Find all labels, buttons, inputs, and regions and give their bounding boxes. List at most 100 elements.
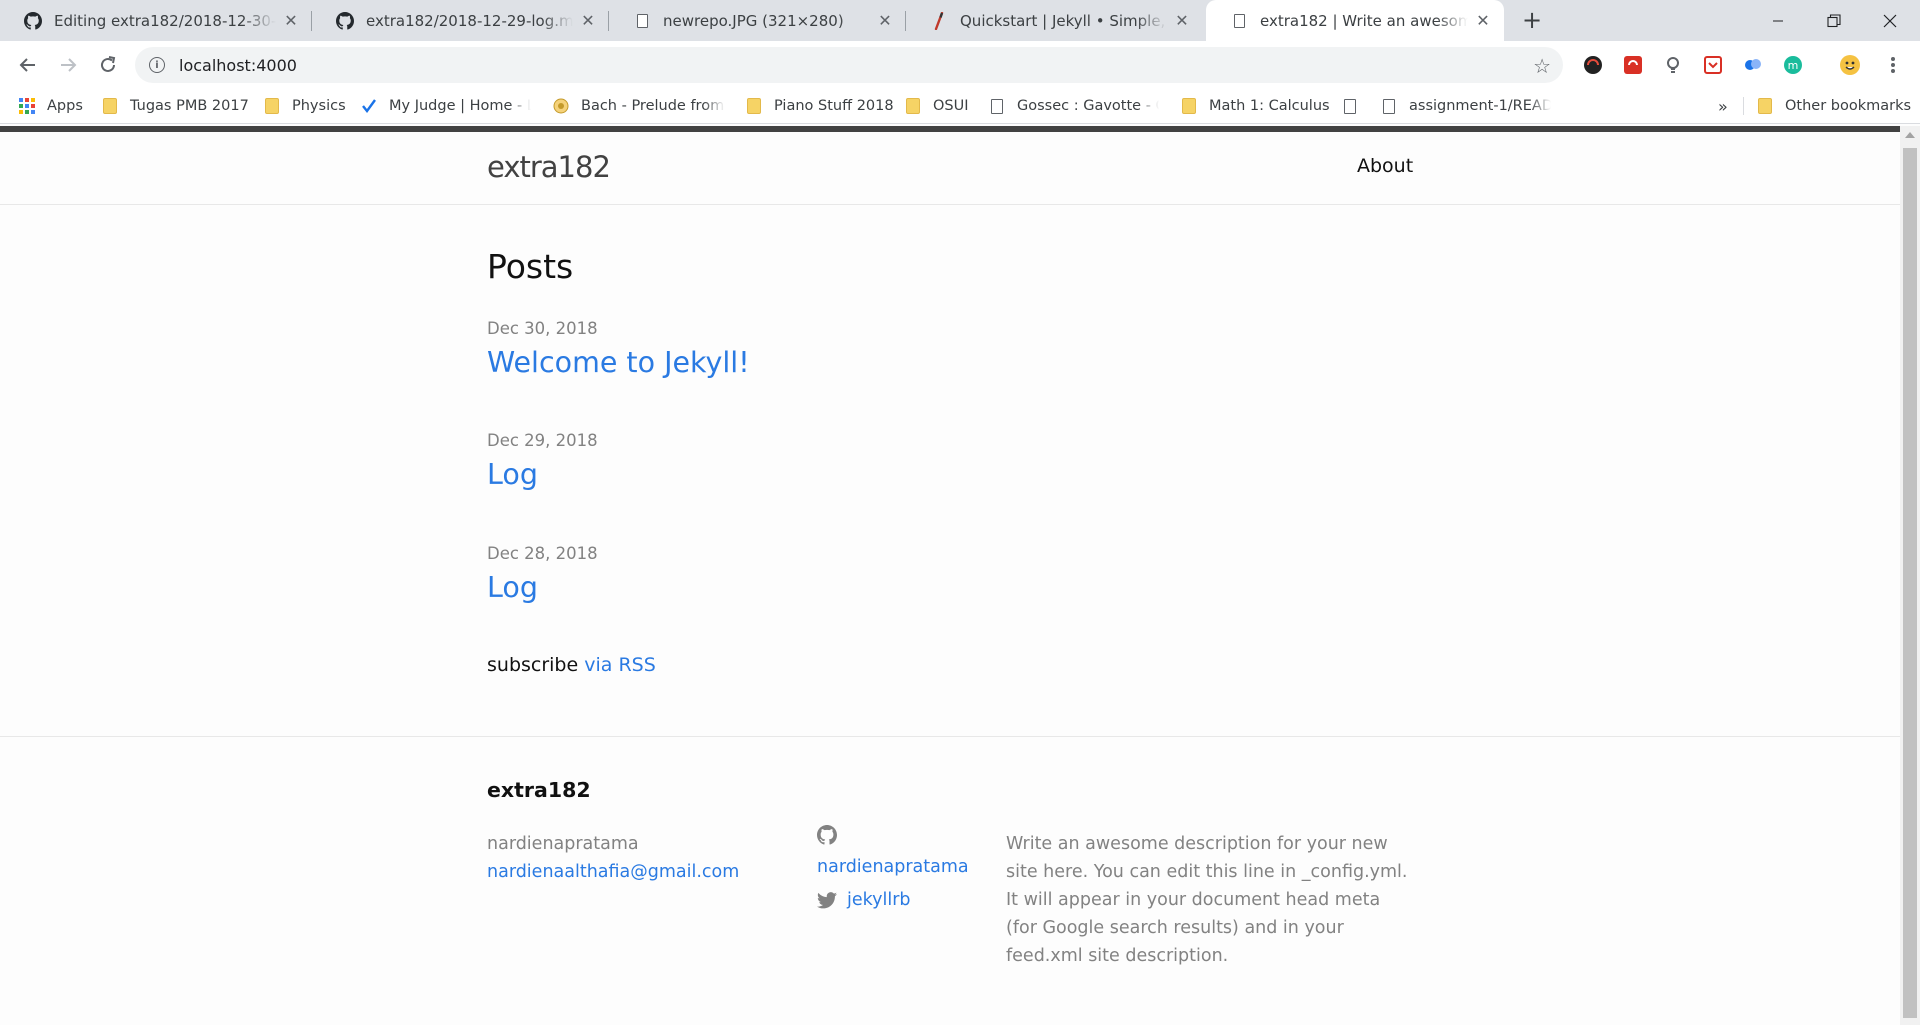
close-window-button[interactable] [1862,0,1918,41]
post-list-item: Dec 28, 2018 Log [487,544,598,604]
forward-button[interactable] [53,50,83,80]
site-title-link[interactable]: extra182 [487,150,611,184]
footer-github-link[interactable]: nardienapratama [817,825,969,881]
bookmark-gossec-gavotte[interactable]: Gossec : Gavotte - Ce [989,88,1159,124]
tab-newrepo[interactable]: newrepo.JPG (321×280) ✕ [609,0,906,41]
checkmark-icon [361,98,377,114]
subscribe-text: subscribe [487,654,579,676]
page-icon [1230,12,1248,30]
extension-dark-circle-icon[interactable] [1582,54,1604,76]
posts-heading: Posts [487,247,574,286]
site-header: extra182 About [0,132,1900,205]
bookmark-label: Gossec : Gavotte - Ce [1017,98,1159,114]
bookmark-osui[interactable]: OSUI [905,88,969,124]
tab-log-md[interactable]: extra182/2018-12-29-log.md at m ✕ [312,0,609,41]
bookmark-apps[interactable]: Apps [19,88,83,124]
github-icon [336,11,354,30]
extension-teal-m-icon[interactable]: m [1782,54,1804,76]
bookmark-untitled-page[interactable] [1342,88,1370,124]
folder-icon [746,98,762,114]
post-title-link[interactable]: Welcome to Jekyll! [487,346,750,379]
github-icon [24,11,42,30]
scroll-up-arrow-icon[interactable] [1905,132,1915,138]
post-list-item: Dec 30, 2018 Welcome to Jekyll! [487,319,750,379]
tab-title: Quickstart | Jekyll • Simple, blog [960,11,1167,30]
post-date: Dec 29, 2018 [487,431,598,450]
footer-site-description: Write an awesome description for your ne… [1006,834,1408,966]
bookmark-label: Apps [47,98,83,114]
tab-extra182-active[interactable]: extra182 | Write an awesome des ✕ [1206,0,1504,41]
jekyll-icon [930,11,948,30]
bookmark-tugas-pmb[interactable]: Tugas PMB 2017 [102,88,249,124]
new-tab-button[interactable]: + [1518,6,1546,34]
apps-grid-icon [19,98,35,114]
tab-strip: Editing extra182/2018-12-30-log ✕ extra1… [0,0,1920,41]
nav-about-link[interactable]: About [1357,155,1413,177]
footer-social-column: nardienapratama jekyllrb [817,825,969,914]
reload-button[interactable] [93,50,123,80]
bookmark-other-bookmarks[interactable]: Other bookmarks [1757,88,1911,124]
tab-jekyll-quickstart[interactable]: Quickstart | Jekyll • Simple, blog ✕ [906,0,1203,41]
folder-icon [1181,98,1197,114]
bookmark-math-calculus[interactable]: Math 1: Calculus [1181,88,1330,124]
tab-title: Editing extra182/2018-12-30-log [54,11,276,30]
bookmark-star-icon[interactable]: ☆ [1533,54,1551,78]
post-title-link[interactable]: Log [487,571,598,604]
footer-github-username: nardienapratama [817,857,969,877]
post-date: Dec 28, 2018 [487,544,598,563]
browser-toolbar: i localhost:4000 ☆ m [0,41,1920,88]
folder-icon [102,98,118,114]
tab-title: newrepo.JPG (321×280) [663,11,844,30]
profile-avatar-icon[interactable] [1839,54,1861,76]
page-icon [989,98,1005,114]
bookmark-bach-prelude[interactable]: Bach - Prelude from S [553,88,725,124]
tab-title: extra182 | Write an awesome des [1260,11,1468,30]
subscribe-line: subscribe via RSS [487,654,656,676]
rss-link[interactable]: via RSS [584,654,656,676]
bach-icon [553,98,569,114]
post-title-link[interactable]: Log [487,458,598,491]
site-footer: extra182 nardienapratama nardienaalthafi… [0,736,1900,1025]
extension-blue-puzzle-icon[interactable] [1742,54,1764,76]
url-text[interactable]: localhost:4000 [179,56,297,75]
svg-text:m: m [1788,59,1799,72]
address-bar[interactable]: i localhost:4000 ☆ [135,47,1563,83]
footer-twitter-link[interactable]: jekyllrb [817,886,969,914]
back-button[interactable] [13,50,43,80]
bookmarks-overflow-button[interactable]: » [1718,88,1728,124]
close-icon[interactable]: ✕ [1173,11,1191,30]
info-icon[interactable]: i [149,57,165,73]
bookmark-physics[interactable]: Physics [264,88,346,124]
close-icon[interactable]: ✕ [282,11,300,30]
tab-editing[interactable]: Editing extra182/2018-12-30-log ✕ [0,0,312,41]
bookmark-label: Math 1: Calculus [1209,98,1330,114]
extension-red-sync-icon[interactable] [1622,54,1644,76]
close-icon[interactable]: ✕ [876,11,894,30]
extension-pocket-icon[interactable] [1702,54,1724,76]
bookmark-label: Physics [292,98,346,114]
menu-kebab-icon[interactable] [1882,54,1904,76]
github-icon [817,825,969,853]
bookmark-label: Tugas PMB 2017 [130,98,249,114]
twitter-icon [817,891,837,909]
footer-author-name: nardienapratama [487,834,639,854]
restore-button[interactable] [1806,0,1862,41]
bookmark-assignment-readme[interactable]: assignment-1/READM [1381,88,1551,124]
bookmarks-divider [1743,97,1744,115]
page-scrollbar[interactable] [1900,126,1920,1025]
bookmark-label: Other bookmarks [1785,98,1912,114]
tab-title: extra182/2018-12-29-log.md at m [366,11,573,30]
bookmark-label: My Judge | Home - L [389,98,531,114]
scrollbar-thumb[interactable] [1903,148,1917,1018]
bookmark-piano-stuff[interactable]: Piano Stuff 2018 [746,88,894,124]
page-icon [633,12,651,30]
extension-lightbulb-icon[interactable] [1662,54,1684,76]
close-icon[interactable]: ✕ [579,11,597,30]
minimize-button[interactable] [1750,0,1806,41]
footer-email-link[interactable]: nardienaalthafia@gmail.com [487,862,739,882]
post-list-item: Dec 29, 2018 Log [487,431,598,491]
bookmarks-bar: Apps Tugas PMB 2017 Physics My Judge | H… [0,88,1920,124]
page-icon [1381,98,1397,114]
bookmark-my-judge[interactable]: My Judge | Home - L [361,88,531,124]
close-icon[interactable]: ✕ [1474,11,1492,30]
